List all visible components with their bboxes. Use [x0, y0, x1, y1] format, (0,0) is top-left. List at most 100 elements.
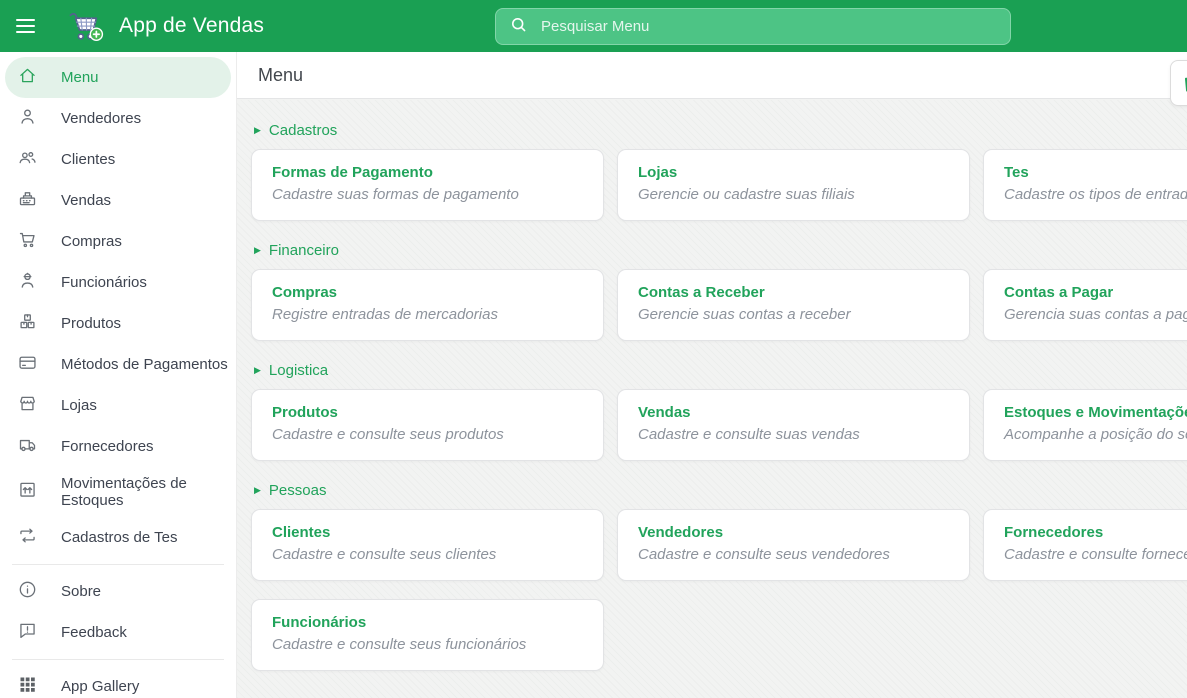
card-description: Gerencie suas contas a receber: [638, 306, 949, 323]
card-clientes[interactable]: Clientes Cadastre e consulte seus client…: [251, 509, 604, 581]
stock-arrows-icon: [17, 479, 38, 505]
section-title: Pessoas: [269, 482, 327, 499]
sidebar-item-app-gallery[interactable]: App Gallery: [0, 666, 236, 698]
card-description: Cadastre e consulte seus clientes: [272, 546, 583, 563]
menu-search-box[interactable]: [495, 8, 1011, 45]
caret-right-icon: ▶: [254, 366, 261, 375]
caret-right-icon: ▶: [254, 486, 261, 495]
user-icon: [17, 106, 38, 132]
sidebar-item-label: Menu: [61, 69, 99, 86]
section-financeiro: ▶ Financeiro Compras Registre entradas d…: [251, 242, 1173, 341]
section-title: Logistica: [269, 362, 328, 379]
sidebar-item-metodos-de-pagamentos[interactable]: Métodos de Pagamentos: [0, 344, 236, 385]
card-title: Lojas: [638, 164, 949, 181]
page-title: Menu: [237, 52, 1187, 99]
sidebar-item-label: Sobre: [61, 583, 101, 600]
card-title: Tes: [1004, 164, 1187, 181]
sidebar-item-movimentacoes-de-estoques[interactable]: Movimentações de Estoques: [0, 467, 236, 517]
section-header-logistica[interactable]: ▶ Logistica: [254, 362, 328, 379]
card-description: Cadastre e consulte seus funcionários: [272, 636, 583, 653]
search-input[interactable]: [539, 17, 997, 36]
card-compras[interactable]: Compras Registre entradas de mercadorias: [251, 269, 604, 341]
sidebar-item-sobre[interactable]: Sobre: [0, 571, 236, 612]
sidebar-item-label: Métodos de Pagamentos: [61, 356, 228, 373]
repeat-cycle-icon: [17, 525, 38, 551]
sidebar-item-feedback[interactable]: Feedback: [0, 612, 236, 653]
card-description: Cadastre os tipos de entrada: [1004, 186, 1187, 203]
shopping-cart-icon: [17, 229, 38, 255]
section-pessoas: ▶ Pessoas Clientes Cadastre e consulte s…: [251, 482, 1173, 671]
card-description: Cadastre e consulte suas vendas: [638, 426, 949, 443]
card-title: Fornecedores: [1004, 524, 1187, 541]
card-lojas[interactable]: Lojas Gerencie ou cadastre suas filiais: [617, 149, 970, 221]
section-header-pessoas[interactable]: ▶ Pessoas: [254, 482, 326, 499]
hamburger-menu-button[interactable]: [16, 15, 40, 37]
sidebar-item-clientes[interactable]: Clientes: [0, 139, 236, 180]
card-title: Contas a Pagar: [1004, 284, 1187, 301]
sidebar-item-label: Clientes: [61, 151, 115, 168]
card-description: Registre entradas de mercadorias: [272, 306, 583, 323]
content-header: Menu: [237, 52, 1187, 99]
sidebar-item-label: Compras: [61, 233, 122, 250]
card-description: Acompanhe a posição do seu estoque: [1004, 426, 1187, 443]
app-logo-cart-icon: [67, 10, 105, 43]
shopping-bag-icon: [1180, 69, 1187, 98]
card-title: Clientes: [272, 524, 583, 541]
card-formas-de-pagamento[interactable]: Formas de Pagamento Cadastre suas formas…: [251, 149, 604, 221]
top-header: App de Vendas: [0, 0, 1187, 52]
sidebar: Menu Vendedores Clientes Vendas Compras …: [0, 52, 237, 698]
card-funcionarios[interactable]: Funcionários Cadastre e consulte seus fu…: [251, 599, 604, 671]
card-title: Estoques e Movimentações: [1004, 404, 1187, 421]
users-group-icon: [17, 147, 38, 173]
card-contas-a-receber[interactable]: Contas a Receber Gerencie suas contas a …: [617, 269, 970, 341]
card-title: Compras: [272, 284, 583, 301]
shop-button[interactable]: [1170, 60, 1187, 106]
card-description: Cadastre e consulte seus produtos: [272, 426, 583, 443]
sidebar-item-label: Cadastros de Tes: [61, 529, 177, 546]
home-icon: [17, 65, 38, 91]
card-fornecedores[interactable]: Fornecedores Cadastre e consulte fornece…: [983, 509, 1187, 581]
content-body: ▶ Cadastros Formas de Pagamento Cadastre…: [237, 100, 1187, 698]
sidebar-item-label: Fornecedores: [61, 438, 154, 455]
sidebar-item-menu[interactable]: Menu: [5, 57, 231, 98]
section-header-cadastros[interactable]: ▶ Cadastros: [254, 122, 337, 139]
card-vendas[interactable]: Vendas Cadastre e consulte suas vendas: [617, 389, 970, 461]
sidebar-item-produtos[interactable]: Produtos: [0, 303, 236, 344]
sidebar-item-compras[interactable]: Compras: [0, 221, 236, 262]
sidebar-item-vendas[interactable]: Vendas: [0, 180, 236, 221]
card-title: Vendedores: [638, 524, 949, 541]
sidebar-item-vendedores[interactable]: Vendedores: [0, 98, 236, 139]
sidebar-item-lojas[interactable]: Lojas: [0, 385, 236, 426]
sidebar-item-label: Vendedores: [61, 110, 141, 127]
sidebar-item-funcionarios[interactable]: Funcionários: [0, 262, 236, 303]
sidebar-item-cadastros-de-tes[interactable]: Cadastros de Tes: [0, 517, 236, 558]
caret-right-icon: ▶: [254, 246, 261, 255]
card-description: Cadastre e consulte seus vendedores: [638, 546, 949, 563]
sidebar-divider: [12, 564, 224, 565]
card-description: Gerencia suas contas a pagar: [1004, 306, 1187, 323]
sidebar-item-label: Lojas: [61, 397, 97, 414]
store-icon: [17, 393, 38, 419]
sidebar-item-label: Vendas: [61, 192, 111, 209]
sidebar-item-label: Movimentações de Estoques: [61, 475, 228, 510]
section-cadastros: ▶ Cadastros Formas de Pagamento Cadastre…: [251, 122, 1173, 221]
card-produtos[interactable]: Produtos Cadastre e consulte seus produt…: [251, 389, 604, 461]
card-estoques-e-movimentacoes[interactable]: Estoques e Movimentações Acompanhe a pos…: [983, 389, 1187, 461]
section-header-financeiro[interactable]: ▶ Financeiro: [254, 242, 339, 259]
section-title: Cadastros: [269, 122, 337, 139]
delivery-truck-icon: [17, 434, 38, 460]
card-contas-a-pagar[interactable]: Contas a Pagar Gerencia suas contas a pa…: [983, 269, 1187, 341]
app-title: App de Vendas: [119, 14, 264, 38]
package-boxes-icon: [17, 311, 38, 337]
section-title: Financeiro: [269, 242, 339, 259]
card-description: Cadastre suas formas de pagamento: [272, 186, 583, 203]
card-title: Vendas: [638, 404, 949, 421]
sidebar-item-label: Funcionários: [61, 274, 147, 291]
sidebar-item-label: Produtos: [61, 315, 121, 332]
sidebar-item-fornecedores[interactable]: Fornecedores: [0, 426, 236, 467]
card-description: Cadastre e consulte fornecedores: [1004, 546, 1187, 563]
card-tes[interactable]: Tes Cadastre os tipos de entrada: [983, 149, 1187, 221]
worker-helmet-icon: [17, 270, 38, 296]
card-vendedores[interactable]: Vendedores Cadastre e consulte seus vend…: [617, 509, 970, 581]
search-icon: [509, 15, 528, 39]
